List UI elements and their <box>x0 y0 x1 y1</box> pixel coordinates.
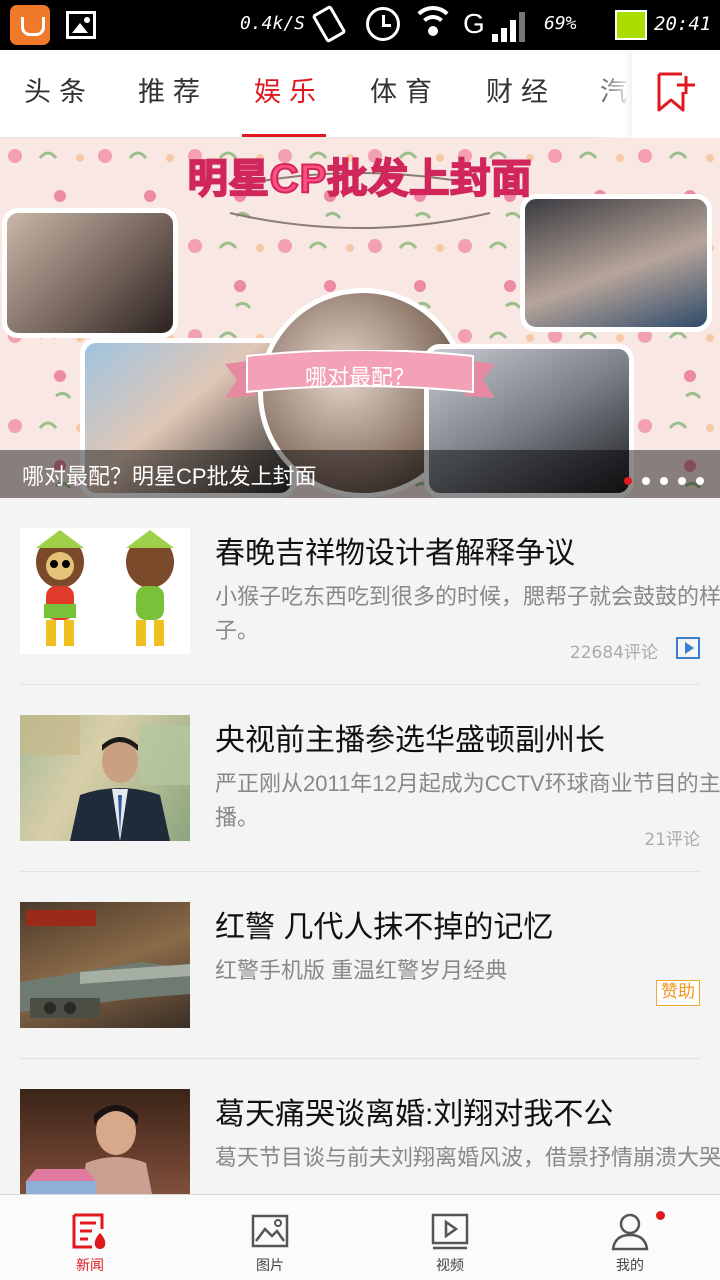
tab-finance[interactable]: 财经 <box>486 50 556 138</box>
image-notification-icon <box>66 11 96 39</box>
news-thumbnail <box>20 715 190 841</box>
nav-me[interactable]: 我的 <box>540 1195 720 1280</box>
banner-caption: 哪对最配？明星CP批发上封面 <box>22 464 317 489</box>
battery-percent: 69% <box>544 13 577 34</box>
banner-title: 明星CP批发上封面 <box>187 156 533 202</box>
vibrate-icon <box>311 4 347 44</box>
news-item[interactable]: 春晚吉祥物设计者解释争议 小猴子吃东西吃到很多的时候，腮帮子就会鼓鼓的样子。 2… <box>20 498 720 685</box>
notification-badge <box>656 1211 665 1220</box>
tab-entertainment[interactable]: 娱乐 <box>254 50 324 138</box>
signal-icon <box>492 10 528 42</box>
news-headline: 央视前主播参选华盛顿副州长 <box>215 724 605 757</box>
bookmark-plus-icon <box>657 72 695 112</box>
tab-recommend[interactable]: 推荐 <box>138 50 208 138</box>
nav-label: 图片 <box>256 1258 284 1274</box>
network-speed: 0.4k/S <box>240 13 306 34</box>
news-headline: 春晚吉祥物设计者解释争议 <box>215 537 575 570</box>
tab-headlines[interactable]: 头条 <box>24 50 94 138</box>
carousel-indicator <box>614 470 704 489</box>
nav-label: 视频 <box>436 1258 464 1274</box>
video-icon <box>431 1213 469 1250</box>
active-tab-indicator <box>242 134 326 137</box>
clock-time: 20:41 <box>654 13 712 35</box>
nav-label: 新闻 <box>76 1258 104 1274</box>
wifi-icon <box>410 2 456 48</box>
news-list: 春晚吉祥物设计者解释争议 小猴子吃东西吃到很多的时候，腮帮子就会鼓鼓的样子。 2… <box>0 498 720 1194</box>
news-icon <box>72 1213 106 1249</box>
news-headline: 红警 几代人抹不掉的记忆 <box>215 911 554 944</box>
carousel-dot[interactable] <box>696 477 704 485</box>
alarm-icon <box>366 7 400 41</box>
news-item[interactable]: 央视前主播参选华盛顿副州长 严正刚从2011年12月起成为CCTV环球商业节目的… <box>20 685 720 872</box>
nav-video[interactable]: 视频 <box>360 1195 540 1280</box>
news-summary: 葛天节目谈与前夫刘翔离婚风波，借景抒情崩溃大哭 <box>215 1145 720 1170</box>
comment-count: 22684评论 <box>569 643 658 663</box>
news-thumbnail <box>20 528 190 654</box>
tabs-fade <box>590 50 632 138</box>
category-tabs: 头条 推荐 娱乐 体育 财经 汽 <box>0 50 632 138</box>
news-summary: 红警手机版 重温红警岁月经典 <box>215 958 508 983</box>
sponsored-badge: 赞助 <box>656 980 700 1006</box>
news-item[interactable]: 葛天痛哭谈离婚:刘翔对我不公 葛天节目谈与前夫刘翔离婚风波，借景抒情崩溃大哭 <box>20 1059 720 1194</box>
status-bar: 0.4k/S G 69% 20:41 <box>0 0 720 50</box>
carousel-dot[interactable] <box>660 477 668 485</box>
hero-banner[interactable]: 明星CP批发上封面 哪对最配？ 哪对最配？明星CP批发上封面 <box>0 138 720 498</box>
add-channel-button[interactable] <box>632 50 720 138</box>
user-icon <box>611 1213 649 1251</box>
nav-news[interactable]: 新闻 <box>0 1195 180 1280</box>
category-tab-bar: 头条 推荐 娱乐 体育 财经 汽 <box>0 50 720 138</box>
video-play-icon <box>676 637 700 659</box>
news-headline: 葛天痛哭谈离婚:刘翔对我不公 <box>215 1098 614 1131</box>
banner-caption-bar: 哪对最配？明星CP批发上封面 <box>0 450 720 498</box>
nav-label: 我的 <box>616 1258 644 1274</box>
news-item[interactable]: 红警 几代人抹不掉的记忆 红警手机版 重温红警岁月经典 赞助 <box>20 872 700 1059</box>
carousel-dot[interactable] <box>678 477 686 485</box>
bottom-navigation: 新闻 图片 视频 我的 <box>0 1194 720 1280</box>
comment-count: 21评论 <box>644 830 700 850</box>
carousel-dot[interactable] <box>642 477 650 485</box>
carousel-dot[interactable] <box>624 477 632 485</box>
nav-pictures[interactable]: 图片 <box>180 1195 360 1280</box>
news-thumbnail <box>20 902 190 1028</box>
network-type: G <box>463 8 485 39</box>
picture-icon <box>251 1214 289 1248</box>
tab-sports[interactable]: 体育 <box>370 50 440 138</box>
banner-ribbon-text: 哪对最配？ <box>304 366 415 391</box>
news-thumbnail <box>20 1089 190 1194</box>
battery-icon <box>615 10 647 40</box>
couple-photo-1 <box>2 208 178 338</box>
app-notification-icon <box>10 5 50 45</box>
couple-photo-2 <box>520 194 712 332</box>
